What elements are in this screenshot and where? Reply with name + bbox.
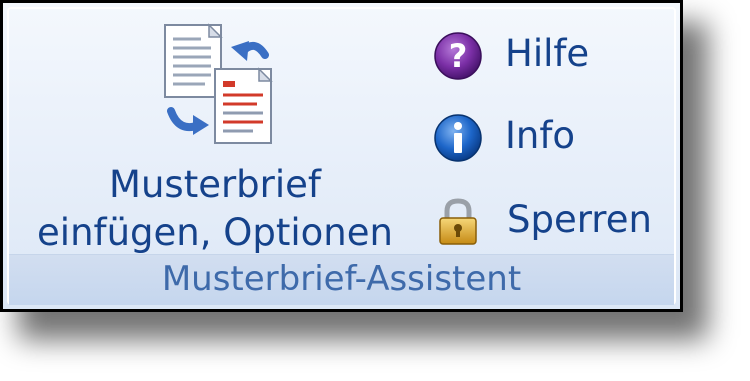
info-button[interactable]: Info (433, 107, 673, 165)
help-button[interactable]: ? Hilfe (433, 25, 673, 83)
info-label: Info (505, 114, 576, 157)
insert-form-letter-label-line2: einfügen, Optionen (37, 211, 393, 254)
lock-button[interactable]: Sperren (433, 191, 673, 249)
insert-form-letter-label-line1: Musterbrief (109, 163, 321, 206)
info-icon (434, 114, 482, 162)
svg-text:?: ? (449, 37, 468, 75)
group-label: Musterbrief-Assistent (161, 259, 522, 299)
lock-icon (439, 198, 477, 245)
insert-form-letter-label: Musterbrief einfügen, Optionen (17, 161, 413, 257)
document-swap-icon (164, 23, 273, 144)
insert-form-letter-button[interactable]: Musterbrief einfügen, Optionen (17, 13, 413, 258)
ribbon-group-panel: Musterbrief einfügen, Optionen ? Hilfe I… (0, 0, 683, 312)
help-question-icon: ? (434, 32, 482, 80)
help-label: Hilfe (505, 32, 590, 75)
lock-label: Sperren (507, 198, 652, 241)
group-label-bar: Musterbrief-Assistent (9, 254, 674, 305)
screenshot-stage: Musterbrief einfügen, Optionen ? Hilfe I… (0, 0, 750, 381)
